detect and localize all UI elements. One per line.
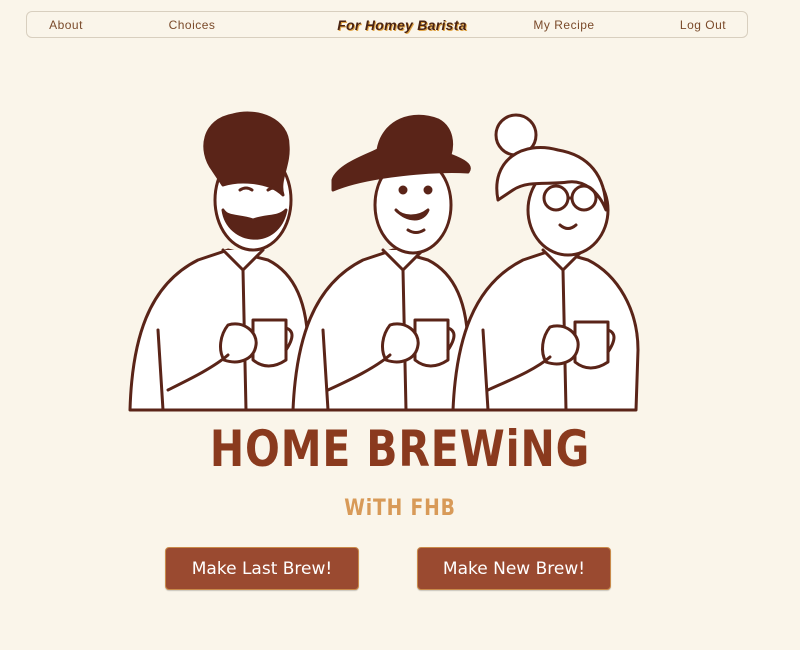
nav-about-link[interactable]: About bbox=[49, 12, 83, 39]
nav-choices-link[interactable]: Choices bbox=[169, 12, 216, 39]
nav-my-recipe-link[interactable]: My Recipe bbox=[533, 12, 594, 39]
make-last-brew-button[interactable]: Make Last Brew! bbox=[165, 547, 359, 590]
make-new-brew-button[interactable]: Make New Brew! bbox=[417, 547, 611, 590]
hero-subtitle: WiTH FHB bbox=[344, 496, 456, 521]
three-people-holding-coffee-mugs-icon bbox=[128, 111, 640, 412]
hero-title: HOME BREWiNG bbox=[209, 420, 591, 478]
brand-title[interactable]: For Homey Barista bbox=[337, 12, 467, 39]
baristas-illustration bbox=[128, 110, 643, 423]
top-navbar: About Choices For Homey Barista My Recip… bbox=[26, 11, 748, 38]
nav-log-out-link[interactable]: Log Out bbox=[680, 12, 726, 39]
